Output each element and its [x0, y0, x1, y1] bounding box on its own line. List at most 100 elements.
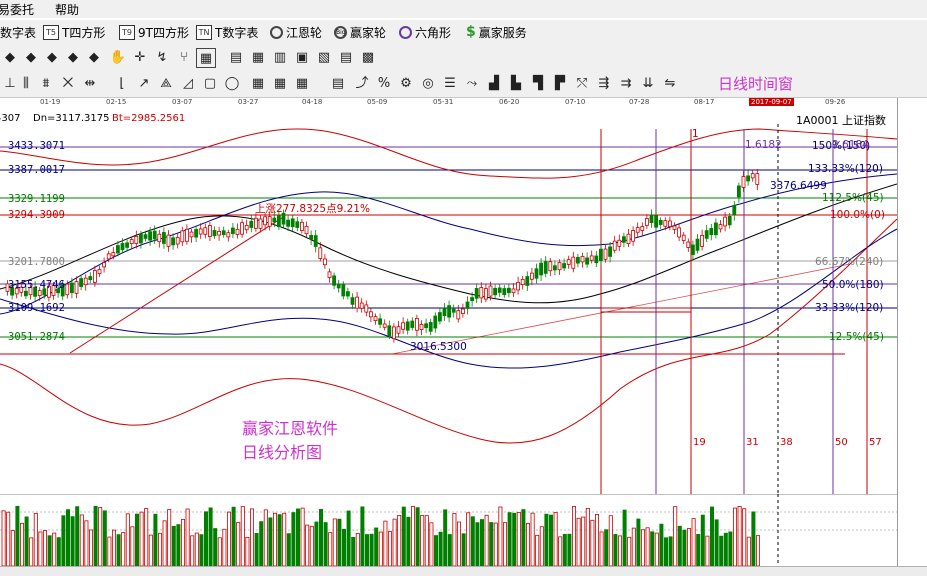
upper-band	[0, 128, 897, 179]
table-tool-icon[interactable]: ▥	[270, 48, 290, 68]
volume-bar	[673, 506, 678, 566]
chart-tool-icon[interactable]: ▟	[484, 74, 504, 94]
toolbar-item-winner-service[interactable]: $ 赢家服务	[466, 23, 527, 41]
volume-bar	[254, 533, 259, 566]
candle	[189, 231, 194, 238]
candle	[626, 233, 631, 244]
arrow-tool-icon[interactable]: ⤳	[462, 74, 482, 94]
chart9-tool-icon[interactable]: ⇋	[660, 74, 680, 94]
menu-trade[interactable]: 交易委托	[0, 1, 34, 18]
toolbar-item-gann-wheel[interactable]: 江恩轮	[270, 23, 322, 41]
volume-chart[interactable]	[0, 494, 897, 566]
chart2-tool-icon[interactable]: ▙	[506, 74, 526, 94]
volume-bar	[222, 528, 227, 566]
candle	[336, 284, 341, 289]
menu-help[interactable]: 帮助	[55, 1, 79, 18]
grid2-tool-icon[interactable]: ▦	[248, 74, 268, 94]
coin-tool-icon[interactable]: ◎	[418, 74, 438, 94]
volume-bar	[677, 525, 682, 566]
date-tick-selected[interactable]: 2017-09-07	[749, 98, 794, 106]
grid-tool-icon[interactable]: ▦	[248, 48, 268, 68]
crosshair-tool-icon[interactable]: ✛	[130, 48, 150, 68]
toolbar-item-hexagon[interactable]: 六角形	[399, 23, 451, 41]
gear-tool-icon[interactable]: ⚙	[396, 74, 416, 94]
chart5-tool-icon[interactable]: ⤲	[572, 74, 592, 94]
frame-tool-icon[interactable]: ⌊	[112, 74, 132, 94]
diamond-tool-4-icon[interactable]: ◆	[63, 48, 83, 68]
t-square-icon: T5	[43, 24, 59, 40]
price-chart[interactable]	[0, 124, 897, 494]
volume-bar	[139, 511, 144, 566]
toolbar-item-9t-square[interactable]: T9 9T四方形	[119, 23, 189, 41]
volume-bar	[618, 535, 623, 566]
candle	[79, 278, 83, 287]
diamond-tool-2-icon[interactable]: ◆	[21, 48, 41, 68]
chart3-tool-icon[interactable]: ▜	[528, 74, 548, 94]
ellipse-tool-icon[interactable]: ◯	[222, 74, 242, 94]
volume-bar	[507, 512, 512, 566]
candle	[111, 252, 116, 257]
fib-label: 12.5%(45)	[829, 331, 884, 343]
candle	[622, 236, 626, 243]
volume-bar	[705, 535, 710, 566]
candle	[447, 305, 452, 318]
info-bt: Bt=2985.2561	[112, 113, 186, 124]
candle	[741, 176, 746, 188]
pattern-tool-icon[interactable]: ▦	[196, 48, 216, 68]
line-tool-icon[interactable]: ↯	[152, 48, 172, 68]
box-tool-icon[interactable]: ▣	[292, 48, 312, 68]
layout-tool-icon[interactable]: ▧	[314, 48, 334, 68]
chart8-tool-icon[interactable]: ⇊	[638, 74, 658, 94]
report-tool-icon[interactable]: ▤	[328, 74, 348, 94]
volume-bar	[130, 526, 135, 566]
percent-tool-icon[interactable]: %	[374, 74, 394, 94]
toolbar-item-winner-wheel[interactable]: Big 赢家轮	[334, 23, 386, 41]
candle	[456, 310, 461, 320]
calendar-tool-icon[interactable]: ▤	[226, 48, 246, 68]
stack-tool-icon[interactable]: ☰	[440, 74, 460, 94]
candle	[290, 218, 295, 228]
volume-bar	[438, 531, 443, 566]
fork-tool-icon[interactable]: ⑂	[174, 48, 194, 68]
diamond-tool-3-icon[interactable]: ◆	[42, 48, 62, 68]
volume-bar	[553, 512, 558, 566]
volume-bar	[443, 509, 448, 566]
rect-tool-icon[interactable]: ▢	[200, 74, 220, 94]
toolbar-item-t-number-table[interactable]: TN T数字表	[196, 23, 258, 41]
zigzag-tool-icon[interactable]: ↗	[134, 74, 154, 94]
image-tool-icon[interactable]: ▩	[358, 48, 378, 68]
volume-bar	[309, 525, 314, 566]
candle	[258, 218, 263, 229]
split-tool-icon[interactable]: ⇹	[80, 74, 100, 94]
fan-tool-icon[interactable]: ◿	[178, 74, 198, 94]
bars-tool-icon[interactable]: ⫼	[16, 74, 36, 94]
chart6-tool-icon[interactable]: ⇶	[594, 74, 614, 94]
diamond-tool-icon[interactable]: ◆	[0, 48, 20, 68]
cross-tool-icon[interactable]: ⨉	[58, 74, 78, 94]
volume-bar	[79, 514, 84, 566]
candle	[599, 248, 603, 261]
candle-tool-icon[interactable]: ⩩	[36, 74, 56, 94]
volume-bar	[581, 516, 586, 566]
candle	[585, 257, 589, 265]
chart7-tool-icon[interactable]: ⇉	[616, 74, 636, 94]
list-tool-icon[interactable]: ▤	[336, 48, 356, 68]
candle	[267, 216, 272, 227]
diamond-tool-5-icon[interactable]: ◆	[84, 48, 104, 68]
grid3-tool-icon[interactable]: ▦	[270, 74, 290, 94]
hand-tool-icon[interactable]: ✋	[108, 48, 128, 68]
volume-bar	[604, 529, 609, 566]
low-annotation: 3016.5300	[410, 341, 467, 353]
volume-bar	[217, 537, 222, 566]
trend-tool-icon[interactable]: ⤴	[352, 74, 372, 94]
pitchfork-tool-icon[interactable]: ⟁	[156, 74, 176, 94]
candle	[442, 307, 447, 317]
chart4-tool-icon[interactable]: ▛	[550, 74, 570, 94]
price-label: 3109.1692	[8, 302, 65, 314]
volume-bar	[456, 521, 461, 566]
grid4-tool-icon[interactable]: ▦	[292, 74, 312, 94]
toolbar-item-t-square[interactable]: T5 T四方形	[43, 23, 105, 41]
toolbar-item-number-table[interactable]: 数字表	[0, 23, 36, 41]
candle	[516, 282, 520, 291]
candle	[152, 230, 157, 240]
